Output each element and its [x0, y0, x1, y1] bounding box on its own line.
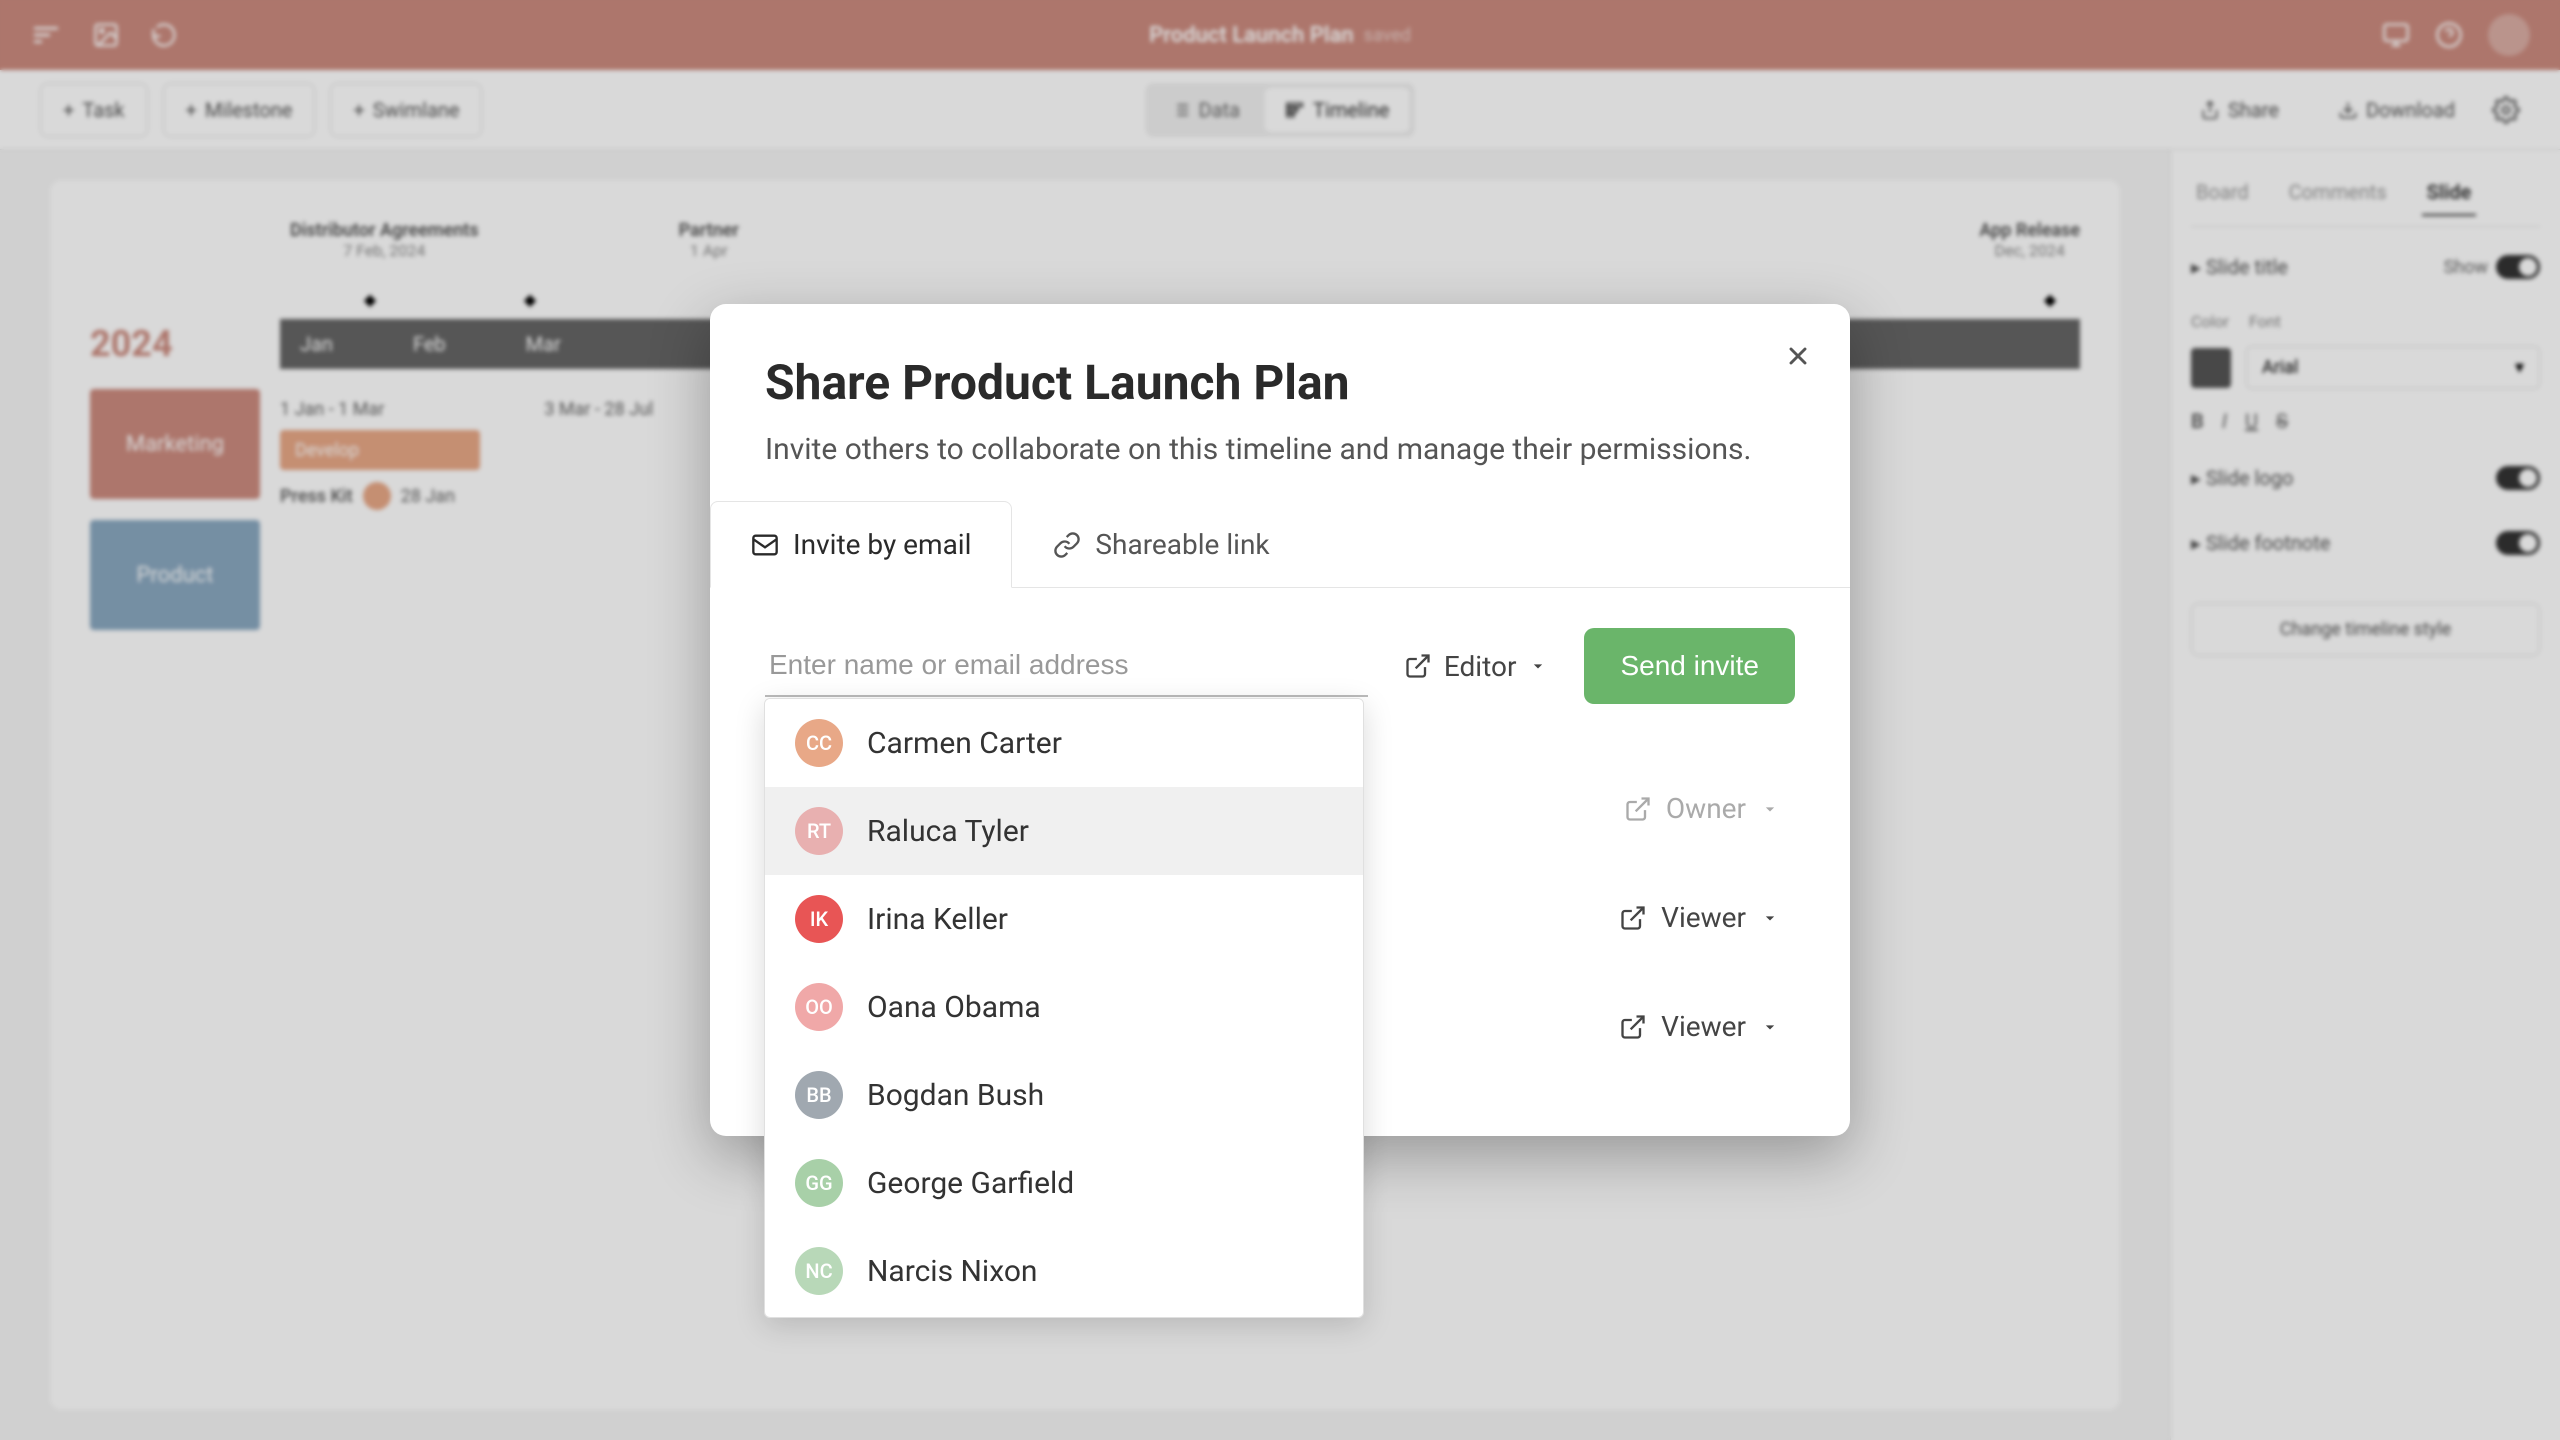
suggestion-item[interactable]: CC Carmen Carter — [765, 699, 1363, 787]
suggestion-item[interactable]: BB Bogdan Bush — [765, 1051, 1363, 1139]
email-input[interactable] — [765, 635, 1368, 697]
tab-invite-email[interactable]: Invite by email — [710, 501, 1012, 588]
suggestion-name: Carmen Carter — [867, 726, 1062, 761]
suggestion-item[interactable]: GG George Garfield — [765, 1139, 1363, 1227]
envelope-icon — [751, 531, 779, 559]
suggestion-name: Irina Keller — [867, 902, 1008, 937]
suggestion-name: Bogdan Bush — [867, 1078, 1044, 1113]
user-avatar: BB — [795, 1071, 843, 1119]
suggestion-item[interactable]: NC Narcis Nixon — [765, 1227, 1363, 1315]
external-link-icon — [1404, 652, 1432, 680]
suggestion-item[interactable]: BSBogdan Stone — [765, 1315, 1363, 1318]
suggestion-item[interactable]: OO Oana Obama — [765, 963, 1363, 1051]
external-link-icon — [1624, 795, 1652, 823]
suggestions-dropdown: CC Carmen Carter RT Raluca Tyler IK Irina Kel… — [764, 698, 1364, 1318]
tab-shareable-link[interactable]: Shareable link — [1012, 501, 1310, 587]
user-avatar: NC — [795, 1247, 843, 1295]
chevron-down-icon — [1760, 799, 1780, 819]
close-button[interactable] — [1778, 336, 1818, 376]
close-icon — [1784, 342, 1812, 370]
user-avatar: CC — [795, 719, 843, 767]
role-selector[interactable]: Editor — [1388, 638, 1565, 695]
suggestion-item[interactable]: RT Raluca Tyler — [765, 787, 1363, 875]
user-avatar: IK — [795, 895, 843, 943]
suggestion-item[interactable]: IK Irina Keller — [765, 875, 1363, 963]
suggestion-name: Raluca Tyler — [867, 814, 1029, 849]
suggestion-name: Oana Obama — [867, 990, 1041, 1025]
user-avatar: GG — [795, 1159, 843, 1207]
user-avatar: RT — [795, 807, 843, 855]
modal-title: Share Product Launch Plan — [765, 354, 1795, 411]
suggestion-name: George Garfield — [867, 1166, 1074, 1201]
chevron-down-icon — [1760, 908, 1780, 928]
user-avatar: OO — [795, 983, 843, 1031]
user-role-selector[interactable]: Viewer — [1604, 891, 1795, 944]
modal-subtitle: Invite others to collaborate on this tim… — [765, 429, 1795, 471]
suggestion-name: Narcis Nixon — [867, 1254, 1038, 1289]
link-icon — [1053, 531, 1081, 559]
user-role-selector[interactable]: Viewer — [1604, 1000, 1795, 1053]
share-modal: Share Product Launch Plan Invite others … — [710, 304, 1850, 1136]
chevron-down-icon — [1528, 656, 1548, 676]
external-link-icon — [1619, 904, 1647, 932]
send-invite-button[interactable]: Send invite — [1584, 628, 1795, 704]
external-link-icon — [1619, 1013, 1647, 1041]
chevron-down-icon — [1760, 1017, 1780, 1037]
user-role-selector[interactable]: Owner — [1609, 782, 1795, 835]
